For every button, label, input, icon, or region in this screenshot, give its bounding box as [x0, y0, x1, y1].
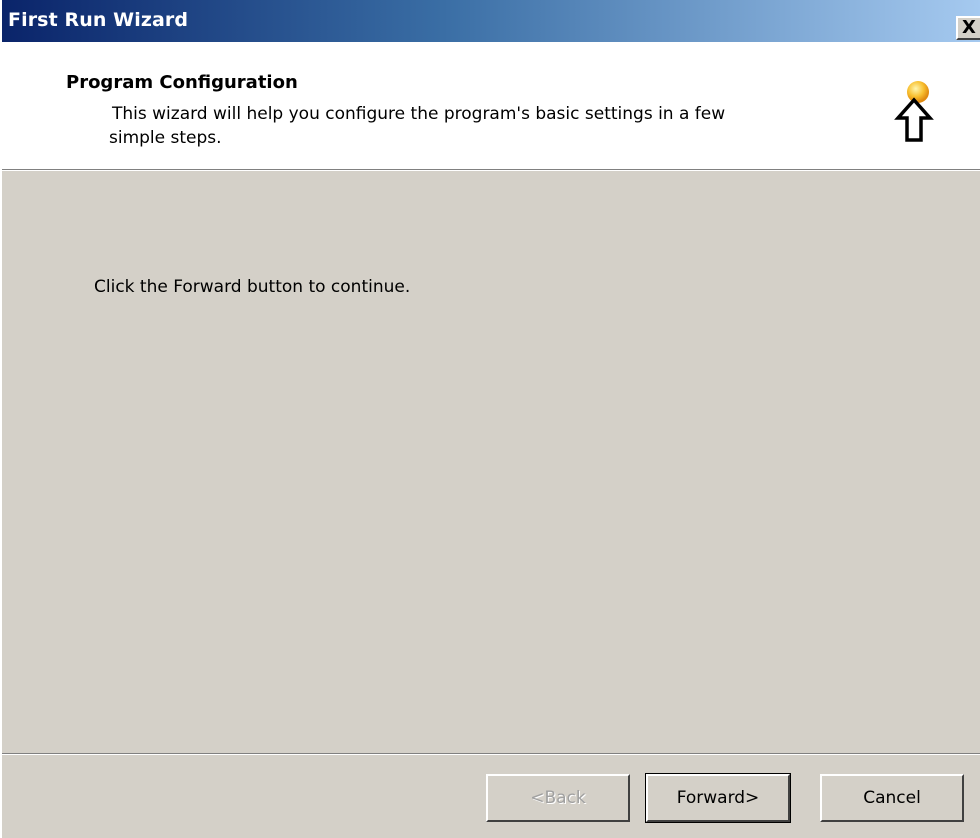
description-line: This wizard will help you configure the … — [112, 104, 726, 124]
page-description: This wizard will help you configure the … — [109, 102, 832, 150]
close-icon: X — [962, 17, 976, 38]
wizard-header: Program Configuration This wizard will h… — [2, 42, 980, 170]
forward-button[interactable]: Forward> — [645, 773, 791, 823]
title-bar[interactable]: First Run Wizard X — [2, 0, 980, 42]
wizard-content: Click the Forward button to continue. — [2, 171, 980, 754]
back-button[interactable]: <Back — [486, 774, 630, 822]
footer-divider-highlight — [2, 754, 980, 755]
page-title: Program Configuration — [66, 72, 298, 93]
close-button[interactable]: X — [956, 16, 980, 40]
instruction-text: Click the Forward button to continue. — [94, 277, 411, 297]
cancel-button[interactable]: Cancel — [820, 774, 964, 822]
wizard-lightbulb-arrow-icon — [894, 81, 934, 142]
description-line: simple steps. — [109, 128, 222, 148]
window-title: First Run Wizard — [8, 9, 189, 31]
wizard-window: First Run Wizard X Program Configuration… — [0, 0, 980, 838]
